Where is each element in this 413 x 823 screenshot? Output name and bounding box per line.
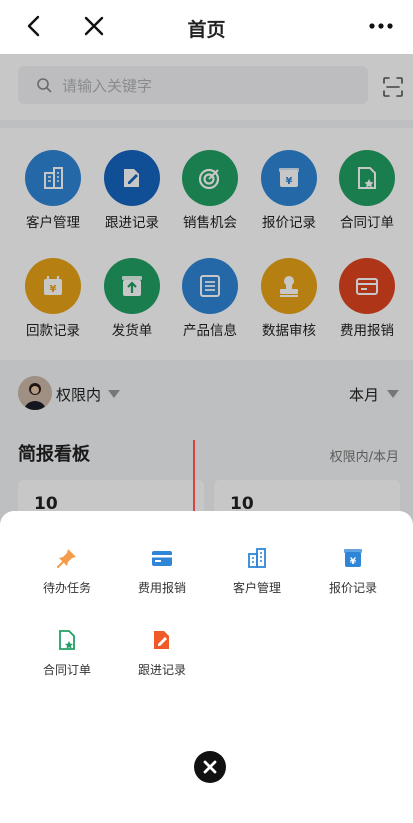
building-icon xyxy=(248,548,266,568)
sheet-item-todo[interactable]: 待办任务 xyxy=(22,547,112,596)
more-icon[interactable] xyxy=(367,14,395,38)
sheet-item-label: 报价记录 xyxy=(328,581,377,595)
sheet-item-label: 客户管理 xyxy=(232,581,281,595)
sheet-item-contract[interactable]: 合同订单 xyxy=(22,629,112,678)
contract-icon xyxy=(59,630,75,650)
sheet-item-customer[interactable]: 客户管理 xyxy=(212,547,302,596)
card-icon xyxy=(152,551,172,566)
close-sheet-button[interactable] xyxy=(194,751,226,783)
sheet-item-label: 待办任务 xyxy=(42,581,91,595)
quick-action-sheet: 待办任务 费用报销 客户管理 ¥ 报价记录 合同订单 跟进记录 xyxy=(0,511,413,823)
sheet-item-quote[interactable]: ¥ 报价记录 xyxy=(308,547,398,596)
svg-text:¥: ¥ xyxy=(350,557,357,567)
sheet-item-label: 费用报销 xyxy=(137,581,186,595)
sheet-item-label: 合同订单 xyxy=(42,663,91,677)
top-nav-bar: 首页 xyxy=(0,0,413,54)
pin-icon xyxy=(57,549,76,568)
close-icon xyxy=(203,760,217,774)
sheet-item-label: 跟进记录 xyxy=(137,663,186,677)
edit-note-icon xyxy=(154,631,169,649)
sheet-item-followup[interactable]: 跟进记录 xyxy=(117,629,207,678)
page-title: 首页 xyxy=(187,19,226,41)
sheet-item-expense[interactable]: 费用报销 xyxy=(117,547,207,596)
yen-box-icon: ¥ xyxy=(344,549,362,567)
